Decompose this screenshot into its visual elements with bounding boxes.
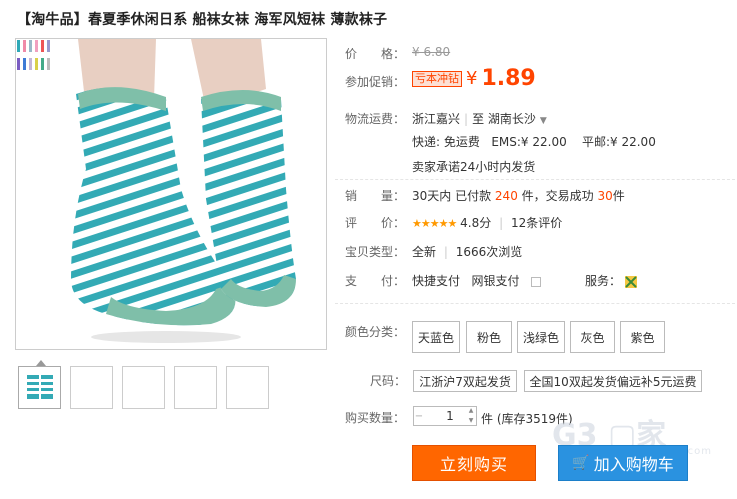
success-count: 30 xyxy=(597,189,613,203)
color-option-pink[interactable]: 粉色 xyxy=(466,321,512,353)
size-label: 尺码： xyxy=(370,374,407,388)
color-option-purple[interactable]: 紫色 xyxy=(620,321,665,353)
minus-icon[interactable]: − xyxy=(414,411,424,422)
sock-thumbnail-icon xyxy=(27,375,53,399)
service-label: 服务： xyxy=(585,274,622,288)
add-to-cart-button[interactable]: 🛒 加入购物车 xyxy=(558,445,688,481)
ship-to-select[interactable]: 湖南长沙 ▼ xyxy=(488,112,547,126)
sales-label: 销 量： xyxy=(345,189,406,203)
quantity-spinner[interactable]: ▲ ▼ xyxy=(465,406,477,426)
divider xyxy=(335,179,735,180)
product-title: 【淘牛品】春夏季休闲日系 船袜女袜 海军风短袜 薄款袜子 xyxy=(17,12,388,28)
thumbnail-2[interactable] xyxy=(70,366,113,409)
expand-payment-icon[interactable] xyxy=(531,276,542,287)
rating-info: ★★★★★ 4.8分 | 12条评价 xyxy=(412,216,563,230)
quantity-label: 购买数量： xyxy=(345,411,406,425)
promo-label: 参加促销： xyxy=(345,75,406,89)
express-fee: 快递: 免运费 xyxy=(412,135,480,149)
buy-now-button[interactable]: 立刻购买 xyxy=(412,445,536,481)
shipping-promise: 卖家承诺24小时内发货 xyxy=(412,160,536,174)
color-option-sky-blue[interactable]: 天蓝色 xyxy=(412,321,460,353)
currency-symbol: ¥ xyxy=(466,68,478,89)
product-main-image[interactable] xyxy=(15,38,327,350)
ship-to-prefix: 至 xyxy=(472,112,485,126)
service-guarantee-icon[interactable] xyxy=(625,275,638,288)
original-price: ¥ 6.80 xyxy=(412,45,451,59)
item-type-info: 全新 | 1666次浏览 xyxy=(412,245,523,259)
color-option-gray[interactable]: 灰色 xyxy=(570,321,615,353)
item-type-label: 宝贝类型： xyxy=(345,245,406,259)
promo-price-row: 亏本冲钻 ¥1.89 xyxy=(412,66,536,91)
thumbnail-1[interactable] xyxy=(18,366,61,409)
shipping-fees: 快递: 免运费 EMS:¥ 22.00 平邮:¥ 22.00 xyxy=(412,133,656,150)
promo-price: 1.89 xyxy=(481,66,536,91)
paid-count: 240 xyxy=(494,189,518,203)
view-count: 1666次浏览 xyxy=(455,245,523,259)
shipping-route: 浙江嘉兴 | 至 湖南长沙 ▼ xyxy=(412,112,547,126)
rating-label: 评 价： xyxy=(345,216,406,230)
shipping-label: 物流运费： xyxy=(345,112,406,126)
rating-score: 4.8分 xyxy=(460,216,492,230)
service-info: 服务： xyxy=(585,272,638,289)
post-fee: 平邮:¥ 22.00 xyxy=(581,135,656,149)
price-label: 价 格： xyxy=(345,47,406,61)
arrow-down-icon[interactable]: ▼ xyxy=(465,416,477,426)
promo-badge: 亏本冲钻 xyxy=(412,70,462,87)
divider xyxy=(335,303,735,304)
size-option-jzh[interactable]: 江浙沪7双起发货 xyxy=(413,370,517,392)
star-rating-icon: ★★★★★ xyxy=(412,217,457,230)
item-condition: 全新 xyxy=(412,245,437,259)
payment-methods: 快捷支付 网银支付 xyxy=(412,272,542,289)
ems-fee: EMS:¥ 22.00 xyxy=(491,135,567,149)
thumbnail-5[interactable] xyxy=(226,366,269,409)
add-to-cart-label: 加入购物车 xyxy=(593,455,674,474)
payment-method-quick: 快捷支付 xyxy=(412,274,461,288)
payment-method-bank: 网银支付 xyxy=(471,274,520,288)
socks-illustration xyxy=(71,39,296,343)
payment-label: 支 付： xyxy=(345,274,406,288)
color-label: 颜色分类： xyxy=(345,325,406,339)
thumbnail-strip xyxy=(18,366,269,409)
reviews-link[interactable]: 12条评价 xyxy=(511,216,562,230)
thumbnail-4[interactable] xyxy=(174,366,217,409)
thumbnail-3[interactable] xyxy=(122,366,165,409)
ship-from: 浙江嘉兴 xyxy=(412,112,461,126)
size-option-national[interactable]: 全国10双起发货偏远补5元运费 xyxy=(524,370,702,392)
arrow-up-icon[interactable]: ▲ xyxy=(465,406,477,416)
color-option-light-green[interactable]: 浅绿色 xyxy=(517,321,565,353)
sales-info: 30天内 已付款 240 件，交易成功 30件 xyxy=(412,189,625,203)
cart-icon: 🛒 xyxy=(572,455,590,471)
chevron-down-icon: ▼ xyxy=(539,116,547,126)
